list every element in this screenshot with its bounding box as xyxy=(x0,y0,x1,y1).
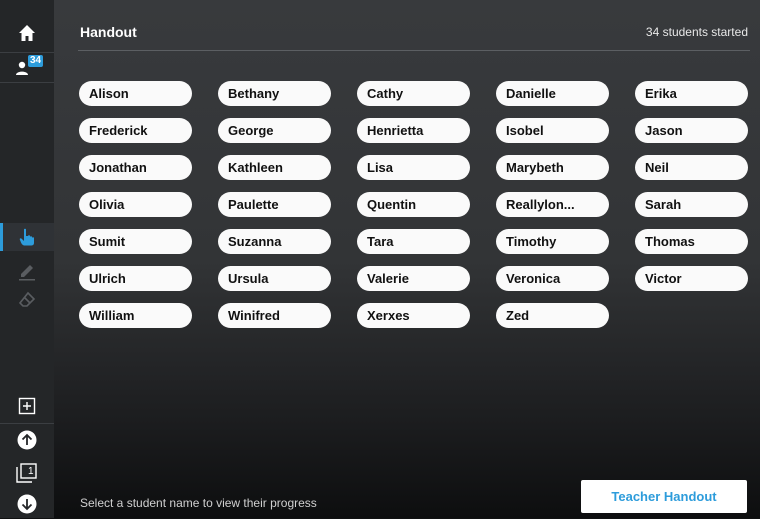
student-name-button[interactable]: George xyxy=(218,118,331,143)
student-name-button[interactable]: Veronica xyxy=(496,266,609,291)
arrow-up-icon xyxy=(17,430,37,450)
student-name-button[interactable]: Bethany xyxy=(218,81,331,106)
student-name-button[interactable]: Ulrich xyxy=(79,266,192,291)
student-name-button[interactable]: Zed xyxy=(496,303,609,328)
pencil-tool[interactable] xyxy=(0,258,54,286)
student-name-button[interactable]: Reallylon... xyxy=(496,192,609,217)
student-name-button[interactable]: Timothy xyxy=(496,229,609,254)
student-name-button[interactable]: Neil xyxy=(635,155,748,180)
students-button[interactable]: 34 xyxy=(0,55,54,80)
student-name-button[interactable]: Henrietta xyxy=(357,118,470,143)
student-name-button[interactable]: Erika xyxy=(635,81,748,106)
student-name-button[interactable]: Sarah xyxy=(635,192,748,217)
student-name-button[interactable]: Tara xyxy=(357,229,470,254)
student-name-button[interactable]: Cathy xyxy=(357,81,470,106)
student-name-button[interactable]: Thomas xyxy=(635,229,748,254)
next-page-button[interactable] xyxy=(0,489,54,519)
student-name-button[interactable]: Olivia xyxy=(79,192,192,217)
footer-hint: Select a student name to view their prog… xyxy=(80,496,317,510)
pencil-icon xyxy=(19,265,35,281)
student-name-button[interactable]: Suzanna xyxy=(218,229,331,254)
home-icon xyxy=(19,25,35,41)
student-name-button[interactable]: Isobel xyxy=(496,118,609,143)
student-name-button[interactable]: Paulette xyxy=(218,192,331,217)
student-name-button[interactable]: Alison xyxy=(79,81,192,106)
sidebar-divider xyxy=(0,52,54,53)
add-page-icon xyxy=(18,397,36,415)
student-grid: Alison Bethany Cathy Danielle Erika Frederick… xyxy=(79,81,748,328)
add-page-button[interactable] xyxy=(0,391,54,421)
eraser-icon xyxy=(18,291,36,307)
eraser-tool[interactable] xyxy=(0,286,54,314)
student-count-badge: 34 xyxy=(28,55,44,67)
teacher-handout-button[interactable]: Teacher Handout xyxy=(581,480,747,513)
student-name-button[interactable]: Sumit xyxy=(79,229,192,254)
page-number: 1 xyxy=(28,466,34,477)
home-button[interactable] xyxy=(0,14,54,52)
student-name-button[interactable]: Frederick xyxy=(79,118,192,143)
student-name-button[interactable]: Danielle xyxy=(496,81,609,106)
sidebar: 34 1 xyxy=(0,0,54,518)
sidebar-divider xyxy=(0,82,54,83)
page-title: Handout xyxy=(80,24,137,40)
hand-pointer-icon xyxy=(19,228,34,246)
student-name-button[interactable]: Winifred xyxy=(218,303,331,328)
student-name-button[interactable]: Ursula xyxy=(218,266,331,291)
student-name-button[interactable]: Xerxes xyxy=(357,303,470,328)
previous-page-button[interactable] xyxy=(0,425,54,455)
sidebar-divider xyxy=(0,423,54,424)
students-started-status: 34 students started xyxy=(645,25,748,39)
page-icon xyxy=(16,463,37,483)
student-name-button[interactable]: Jason xyxy=(635,118,748,143)
student-name-button[interactable]: Victor xyxy=(635,266,748,291)
student-name-button[interactable]: Lisa xyxy=(357,155,470,180)
student-name-button[interactable]: William xyxy=(79,303,192,328)
main-panel: Handout 34 students started Alison Bethan… xyxy=(54,0,760,518)
header-divider xyxy=(78,50,750,51)
student-name-button[interactable]: Marybeth xyxy=(496,155,609,180)
student-name-button[interactable]: Jonathan xyxy=(79,155,192,180)
student-name-button[interactable]: Valerie xyxy=(357,266,470,291)
pointer-tool[interactable] xyxy=(0,223,54,251)
arrow-down-icon xyxy=(17,494,37,514)
student-name-button[interactable]: Kathleen xyxy=(218,155,331,180)
current-page-indicator: 1 xyxy=(0,458,54,488)
student-name-button[interactable]: Quentin xyxy=(357,192,470,217)
